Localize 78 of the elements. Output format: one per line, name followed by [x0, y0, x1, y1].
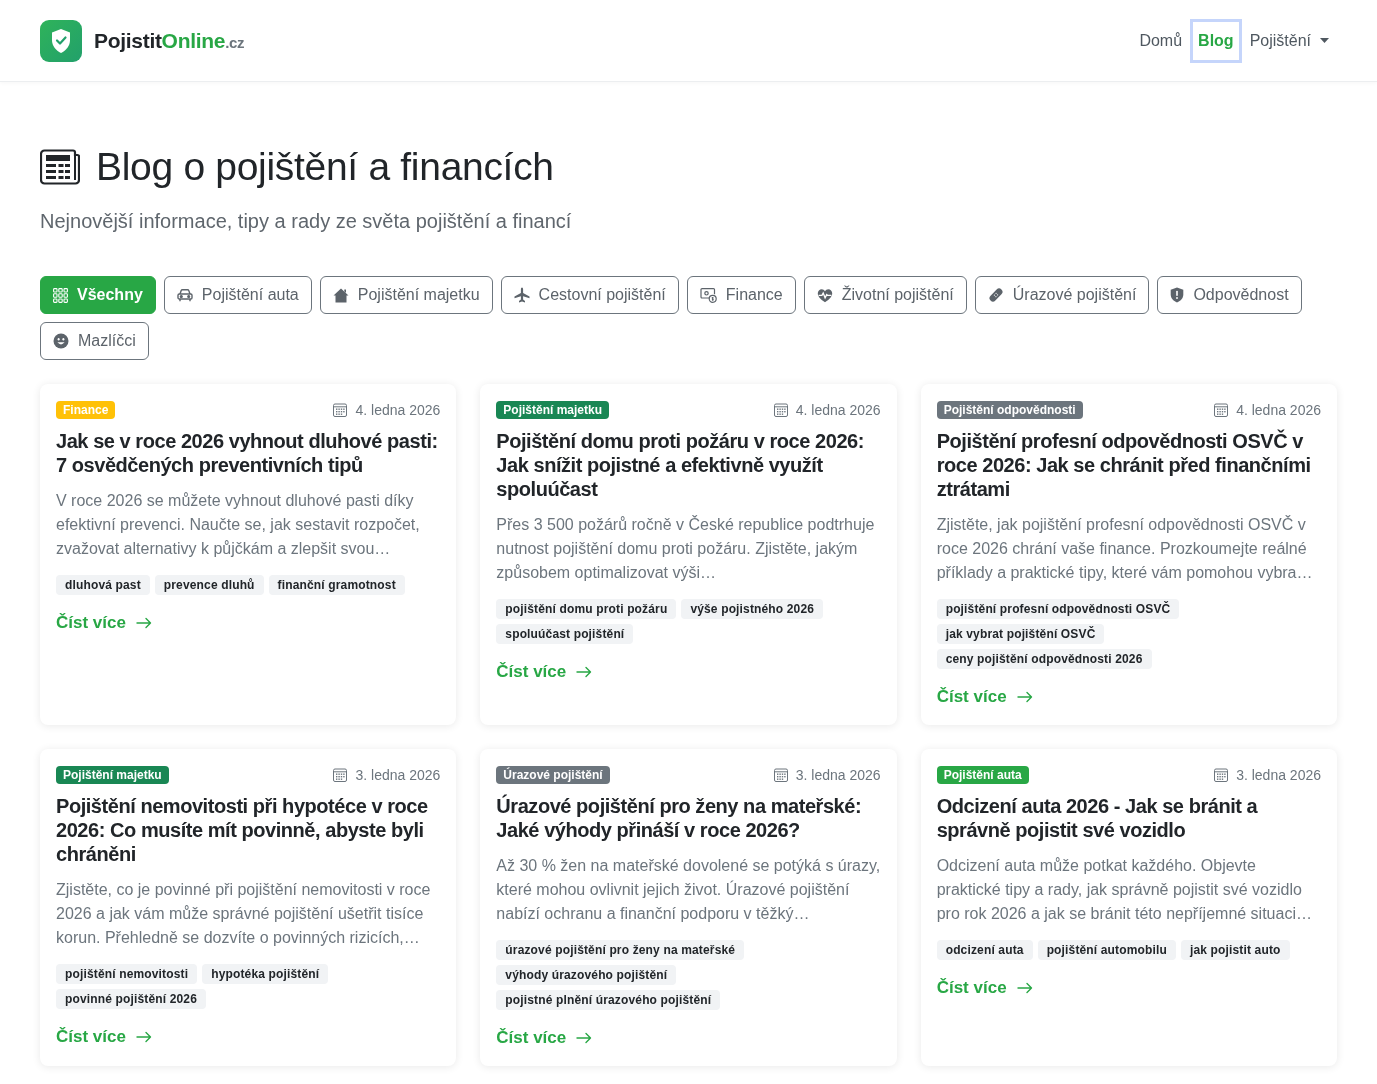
- post-excerpt: Přes 3 500 požárů ročně v České republice podtrhuje nutnost pojištění domu proti požáru. Zjistěte, jakým způsobem optimalizovat výši…: [496, 514, 876, 583]
- post-title: Pojištění domu proti požáru v roce 2026: Jak snížit pojistné a efektivně využít spoluúčast: [496, 429, 865, 501]
- category-badge: Pojištění odpovědnosti: [936, 401, 1083, 419]
- arrow-right-icon: [576, 1032, 593, 1044]
- category-badge: Finance: [56, 401, 116, 419]
- shield-check-icon: [40, 19, 82, 62]
- filter-button[interactable]: Cestovní pojištění: [500, 276, 679, 314]
- arrow-right-icon: [135, 1031, 152, 1043]
- post-excerpt: Odcizení auta může potkat každého. Objevte praktické tipy a rady, jak správně pojistit své vozidlo pro rok 2026 a jak se bránit této nepříjemné situaci…: [936, 856, 1313, 924]
- shield-exclamation-icon: [1170, 287, 1185, 303]
- page-subtitle: Nejnovější informace, tipy a rady ze světa pojištění a financí: [40, 209, 573, 234]
- tag: pojištění profesní odpovědnosti OSVČ: [936, 599, 1180, 619]
- nav-link[interactable]: Domů: [1131, 18, 1191, 63]
- arrow-right-icon: [135, 617, 152, 629]
- tag: výhody úrazového pojištění: [496, 965, 677, 985]
- filter-button[interactable]: Životní pojištění: [803, 276, 967, 314]
- grid-icon: [53, 287, 68, 303]
- page-title: Blog o pojištění a financích: [96, 144, 554, 190]
- post-title: Jak se v roce 2026 vyhnout dluhové pasti: 7 osvědčených preventivních tipů: [56, 429, 439, 477]
- post-date: 3. ledna 2026: [1236, 766, 1321, 785]
- filter-button[interactable]: Mazlíčci: [40, 322, 149, 360]
- post-title: Úrazové pojištění pro ženy na mateřské: Jaké výhody přináší v roce 2026?: [496, 794, 863, 842]
- banknote-icon: [699, 287, 717, 303]
- tag: pojištění automobilu: [1037, 940, 1176, 960]
- calendar-icon: [773, 403, 788, 417]
- tag: spoluúčast pojištění: [496, 624, 634, 644]
- tag: finanční gramotnost: [268, 575, 405, 595]
- calendar-icon: [773, 768, 788, 782]
- filter-button[interactable]: Pojištění majetku: [319, 276, 493, 314]
- filter-button[interactable]: Odpovědnost: [1157, 276, 1302, 314]
- tag: pojištění domu proti požáru: [496, 599, 677, 619]
- post-excerpt: Až 30 % žen na mateřské dovolené se potýká s úrazy, které mohou ovlivnit jejich život. Úrazové pojištění nabízí ochranu a finanční podporu v těžký…: [496, 856, 881, 924]
- post-title: Pojištění profesní odpovědnosti OSVČ v roce 2026: Jak se chránit před finančními ztrátami: [936, 429, 1312, 501]
- tag: pojistné plnění úrazového pojištění: [496, 990, 721, 1010]
- logo-wordmark[interactable]: PojistitOnline.cz: [94, 24, 245, 57]
- tag: výše pojistného 2026: [681, 599, 824, 619]
- heart-pulse-icon: [816, 287, 833, 303]
- tag: ceny pojištění odpovědnosti 2026: [936, 649, 1152, 669]
- category-badge: Pojištění auta: [936, 766, 1029, 784]
- filter-button[interactable]: Finance: [686, 276, 796, 314]
- newspaper-icon: [40, 149, 80, 185]
- post-date: 4. ledna 2026: [355, 401, 441, 420]
- smiley-icon: [53, 333, 69, 349]
- tag: úrazové pojištění pro ženy na mateřské: [496, 940, 745, 960]
- calendar-icon: [1214, 768, 1229, 782]
- tag: pojištění nemovitosti: [56, 964, 198, 984]
- calendar-icon: [1214, 403, 1229, 417]
- arrow-right-icon: [1016, 691, 1033, 703]
- arrow-right-icon: [1016, 982, 1033, 994]
- category-badge: Úrazové pojištění: [496, 766, 610, 784]
- tag: hypotéka pojištění: [202, 964, 329, 984]
- post-date: 3. ledna 2026: [355, 766, 441, 785]
- filter-button[interactable]: Pojištění auta: [163, 276, 312, 314]
- tag: jak vybrat pojištění OSVČ: [936, 624, 1105, 644]
- tag: prevence dluhů: [154, 575, 264, 595]
- post-excerpt: Zjistěte, jak pojištění profesní odpovědnosti OSVČ v roce 2026 chrání vaše finance. Prozkoumejte reálné příklady a praktické tipy, které vám pomohou vybra…: [936, 514, 1314, 583]
- post-title: Odcizení auta 2026 - Jak se bránit a správně pojistit své vozidlo: [936, 794, 1259, 842]
- house-icon: [332, 287, 349, 303]
- post-date: 4. ledna 2026: [795, 401, 881, 420]
- post-date: 3. ledna 2026: [795, 766, 881, 785]
- airplane-icon: [513, 287, 530, 303]
- nav-dropdown[interactable]: Pojištění: [1241, 18, 1337, 63]
- calendar-icon: [333, 768, 348, 782]
- tag: povinné pojištění 2026: [56, 989, 206, 1009]
- category-badge: Pojištění majetku: [56, 766, 169, 784]
- post-title: Pojištění nemovitosti při hypotéce v roce 2026: Co musíte mít povinně, abyste byli chráněni: [56, 794, 429, 866]
- filter-button[interactable]: Úrazové pojištění: [974, 276, 1150, 314]
- tag: odcizení auta: [936, 940, 1033, 960]
- post-excerpt: V roce 2026 se můžete vyhnout dluhové pasti díky efektivní prevenci. Naučte se, jak sestavit rozpočet, zvažovat alternativy k půjčkám a zlepšit svou…: [56, 491, 421, 559]
- calendar-icon: [333, 403, 348, 417]
- post-date: 4. ledna 2026: [1236, 401, 1321, 420]
- arrow-right-icon: [576, 666, 593, 678]
- caret-down-icon: [1320, 38, 1329, 43]
- tag: dluhová past: [56, 575, 150, 595]
- post-excerpt: Zjistěte, co je povinné při pojištění nemovitosti v roce 2026 a jak vám může správné pojištění ušetřit tisíce korun. Přehledně se dozvíte o povinných rizicích,…: [56, 880, 432, 948]
- category-badge: Pojištění majetku: [496, 401, 610, 419]
- car-icon: [176, 288, 193, 302]
- tag: jak pojistit auto: [1180, 940, 1290, 960]
